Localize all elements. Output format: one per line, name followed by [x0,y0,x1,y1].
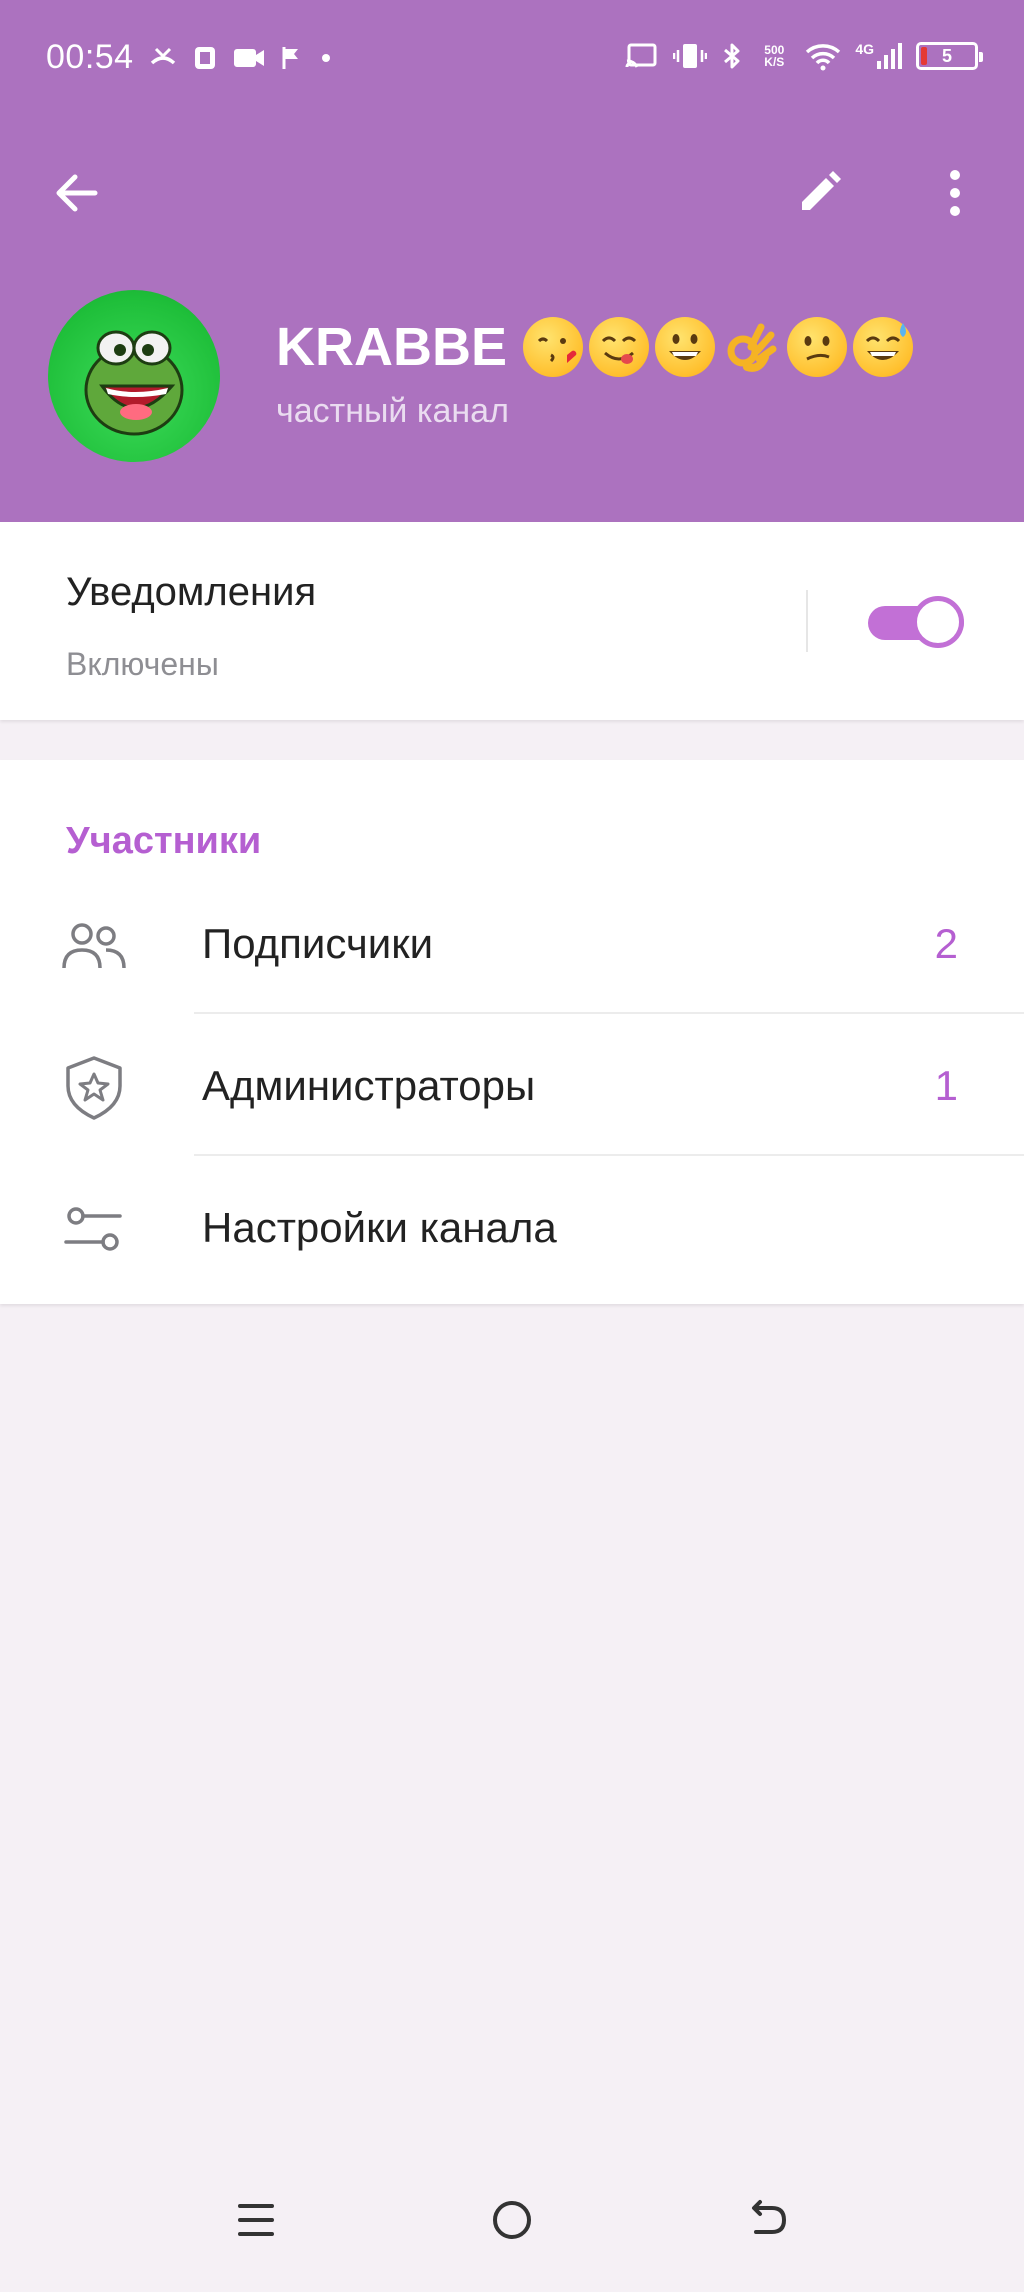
cellular-signal-icon: 4G [855,41,902,71]
channel-title: KRABBE [276,316,914,378]
members-section: Участники Подписчики 2 Администраторы 1 … [0,760,1024,1304]
channel-avatar[interactable] [48,290,220,462]
notifications-title: Уведомления [66,570,317,614]
toggle-knob [912,596,964,648]
channel-settings-label: Настройки канала [202,1204,557,1251]
home-circle-icon [493,2201,531,2239]
flag-icon [280,43,302,73]
sliders-icon [64,1207,122,1251]
missed-call-icon [148,43,178,73]
video-camera-icon [232,43,266,73]
notifications-status: Включены [66,646,219,682]
channel-subtitle: частный канал [276,392,509,430]
arrow-left-icon [56,174,98,212]
app-notification-icon [192,43,218,73]
wifi-icon [805,41,841,71]
kissing-heart-emoji [523,317,584,377]
status-bar: 00:54 500 K/S 4G 5 [0,0,1024,116]
frog-avatar-icon [84,330,184,436]
more-vertical-icon [950,170,960,216]
battery-level: 5 [941,45,952,66]
channel-title-emojis [523,317,914,377]
edit-button[interactable] [774,148,864,238]
dot-icon [316,43,336,73]
confused-emoji [787,317,848,377]
back-button[interactable] [32,148,122,238]
recent-apps-button[interactable] [206,2170,306,2270]
home-button[interactable] [462,2170,562,2270]
vibrate-icon [673,41,708,71]
system-navigation-bar [0,2170,1024,2270]
people-icon [62,923,126,969]
administrators-label: Администраторы [202,1062,536,1109]
channel-header: 00:54 500 K/S 4G 5 KRABBE частный канал [0,0,1024,522]
cast-icon [625,41,659,71]
network-speed-unit: K/S [764,55,785,69]
channel-settings-row[interactable]: Настройки канала [0,1156,1024,1298]
back-return-icon [752,2200,787,2234]
members-section-title: Участники [66,820,262,862]
more-options-button[interactable] [910,148,1000,238]
yum-emoji [589,317,650,377]
subscribers-label: Подписчики [202,920,434,967]
menu-icon [238,2204,274,2236]
pencil-icon [802,171,841,210]
notifications-row[interactable]: Уведомления Включены [0,522,1024,720]
battery-icon: 5 [916,42,983,70]
network-type: 4G [855,41,874,57]
channel-name: KRABBE [276,317,508,377]
subscribers-row[interactable]: Подписчики 2 [0,872,1024,1014]
shield-star-icon [66,1056,122,1120]
status-time: 00:54 [46,38,134,76]
sweat-smile-emoji [853,317,914,377]
notifications-divider [806,590,808,652]
network-speed: 500 K/S [757,44,791,68]
subscribers-count: 2 [934,920,958,967]
notifications-toggle[interactable] [868,596,964,648]
status-left-icons [148,38,336,78]
administrators-row[interactable]: Администраторы 1 [0,1014,1024,1156]
administrators-count: 1 [934,1062,958,1109]
status-right-icons: 500 K/S 4G 5 [625,34,983,78]
grinning-emoji [655,317,716,377]
ok-hand-emoji [721,317,781,377]
back-nav-button[interactable] [718,2170,818,2270]
bluetooth-icon [721,41,743,71]
